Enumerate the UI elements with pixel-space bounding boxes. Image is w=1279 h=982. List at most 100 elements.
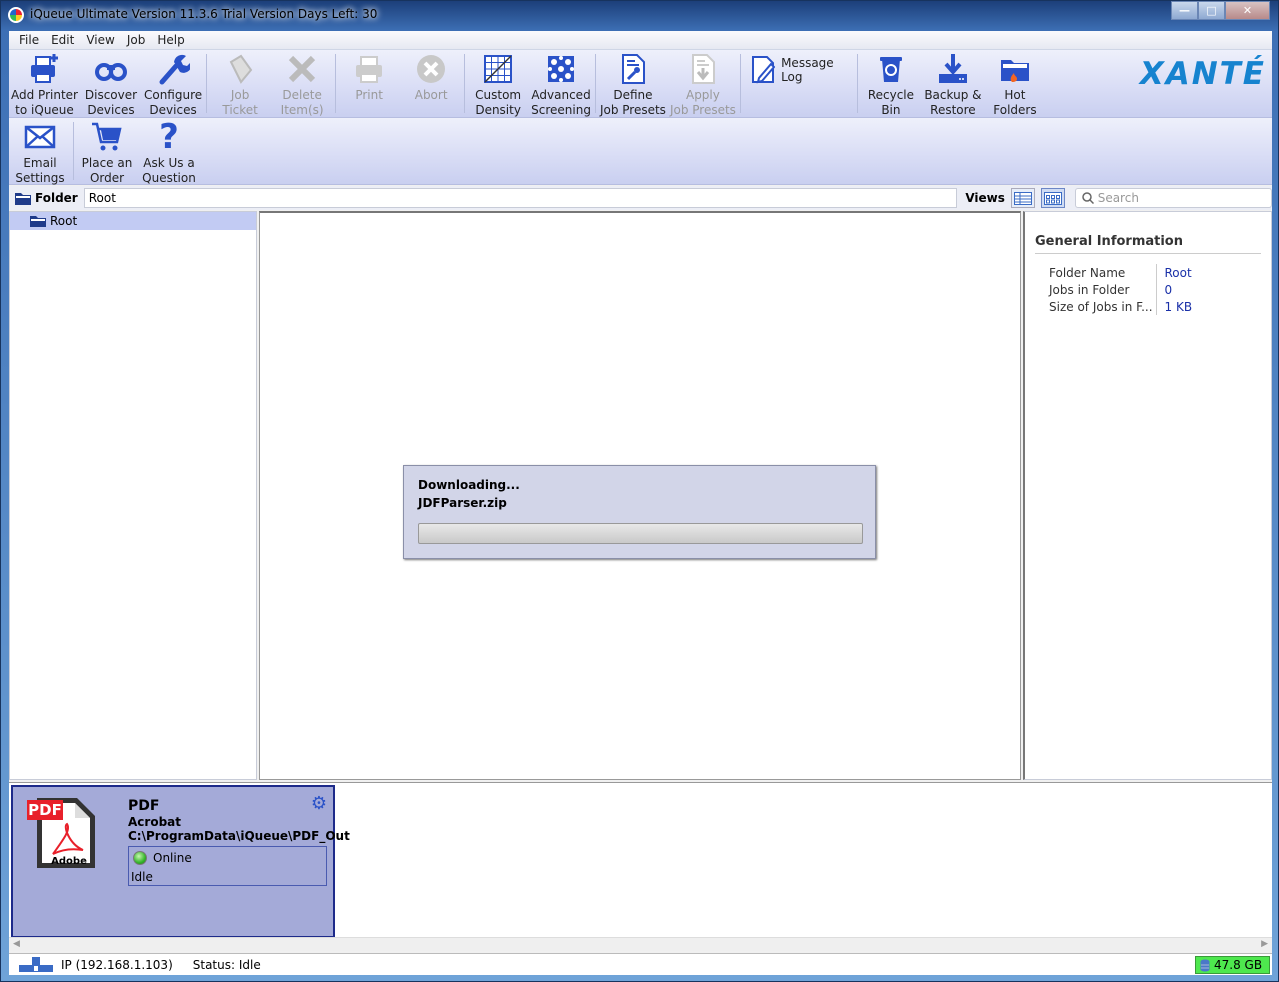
connection-status: Online [153, 851, 192, 865]
abort-button[interactable]: Abort [400, 50, 462, 103]
custom-density-button[interactable]: Custom Density [467, 50, 529, 118]
info-table: Folder Name Root Jobs in Folder 0 Size of … [1049, 264, 1192, 315]
maximize-button[interactable]: □ [1198, 1, 1225, 20]
scroll-left-icon[interactable]: ◀ [13, 939, 20, 949]
horizontal-scrollbar[interactable]: ◀ ▶ [9, 937, 1272, 951]
add-printer-button[interactable]: Add Printer to iQueue [9, 50, 80, 118]
status-bar: IP (192.168.1.103) Status: Idle 47.8 GB [9, 953, 1272, 975]
screening-dots-icon [544, 52, 578, 86]
envelope-icon [23, 120, 57, 154]
device-type: Acrobat [128, 815, 181, 829]
advanced-screening-button[interactable]: Advanced Screening [529, 50, 593, 118]
menu-edit[interactable]: Edit [45, 31, 80, 49]
density-grid-icon [481, 52, 515, 86]
title-bar: iQueue Ultimate Version 11.3.6 Trial Ver… [1, 1, 1278, 31]
ticket-icon [223, 52, 257, 86]
thumbnail-view-button[interactable] [1040, 188, 1065, 208]
download-filename: JDFParser.zip [418, 496, 507, 510]
hot-folders-button[interactable]: Hot Folders [984, 50, 1046, 118]
menu-bar: File Edit View Job Help [9, 31, 1272, 50]
network-icon [19, 956, 53, 972]
document-wrench-icon [616, 52, 650, 86]
info-row: Jobs in Folder 0 [1049, 281, 1173, 298]
svg-text:Adobe: Adobe [51, 856, 87, 867]
download-drive-icon [936, 52, 970, 86]
pdf-device-icon: PDF Adobe [27, 798, 95, 868]
toolbar-separator [206, 54, 208, 113]
wrench-icon [156, 52, 191, 86]
print-button[interactable]: Print [338, 50, 400, 103]
disk-space-indicator: 47.8 GB [1195, 956, 1270, 974]
folder-tree: Root [9, 211, 257, 780]
toolbar-row-1: Add Printer to iQueue Discover Devices Con… [9, 50, 1272, 118]
device-panel: PDF Adobe PDF Acrobat C:\ProgramData\iQu… [9, 782, 1272, 938]
message-log-button[interactable]: Message Log [743, 50, 855, 88]
device-status-box: Online Idle [128, 846, 327, 886]
ask-question-button[interactable]: ? Ask Us a Question [138, 118, 200, 186]
abort-icon [414, 52, 448, 86]
recycle-bin-button[interactable]: Recycle Bin [860, 50, 922, 118]
backup-restore-button[interactable]: Backup & Restore [922, 50, 984, 118]
search-input[interactable]: Search [1074, 188, 1272, 208]
database-icon [1200, 959, 1210, 971]
question-icon: ? [159, 117, 179, 157]
list-view-icon [1013, 191, 1032, 205]
device-state: Idle [131, 870, 153, 884]
online-led-icon [133, 851, 147, 865]
email-settings-button[interactable]: Email Settings [9, 118, 71, 186]
define-job-presets-button[interactable]: Define Job Presets [598, 50, 668, 118]
folder-label: Folder [15, 191, 78, 205]
binoculars-icon [94, 52, 128, 86]
download-progress-bar [418, 523, 863, 544]
scroll-right-icon[interactable]: ▶ [1261, 939, 1268, 949]
app-window: iQueue Ultimate Version 11.3.6 Trial Ver… [0, 0, 1279, 982]
info-row: Size of Jobs in F... 1 KB [1049, 298, 1193, 315]
folder-bar: Folder Root Views Search [9, 186, 1272, 210]
status-text: Status: Idle [192, 957, 261, 972]
printer-icon [352, 52, 386, 86]
cart-icon [90, 120, 124, 154]
info-title: General Information [1035, 234, 1261, 254]
window-title: iQueue Ultimate Version 11.3.6 Trial Ver… [30, 7, 378, 21]
job-ticket-button[interactable]: Job Ticket [209, 50, 271, 118]
menu-help[interactable]: Help [151, 31, 190, 49]
printer-add-icon [27, 52, 61, 86]
minimize-button[interactable]: — [1171, 1, 1198, 20]
download-status: Downloading... [418, 478, 520, 492]
document-pencil-icon [751, 56, 776, 84]
delete-items-button[interactable]: Delete Item(s) [271, 50, 333, 118]
toolbar-separator [335, 54, 337, 113]
device-path: C:\ProgramData\iQueue\PDF_Out [128, 829, 350, 843]
toolbar-separator [856, 54, 858, 113]
toolbar-separator [739, 54, 741, 113]
close-button[interactable]: ✕ [1225, 1, 1270, 20]
delete-x-icon [285, 52, 319, 86]
views-label: Views [965, 191, 1005, 205]
gear-icon[interactable]: ⚙ [311, 793, 327, 814]
folder-icon [30, 216, 46, 227]
info-row: Folder Name Root [1049, 264, 1192, 281]
svg-text:PDF: PDF [28, 801, 62, 819]
device-card[interactable]: PDF Adobe PDF Acrobat C:\ProgramData\iQu… [11, 785, 350, 938]
place-order-button[interactable]: Place an Order [76, 118, 138, 186]
apply-job-presets-button[interactable]: Apply Job Presets [668, 50, 738, 118]
folder-path-field[interactable]: Root [83, 188, 958, 208]
tree-item-root[interactable]: Root [10, 212, 256, 230]
download-dialog: Downloading... JDFParser.zip [403, 465, 876, 559]
list-view-button[interactable] [1010, 188, 1035, 208]
xante-logo: XANTÉ [1139, 56, 1266, 92]
hot-folder-icon [998, 52, 1032, 86]
recycle-bin-icon [874, 52, 908, 86]
menu-job[interactable]: Job [121, 31, 152, 49]
menu-view[interactable]: View [80, 31, 120, 49]
configure-devices-button[interactable]: Configure Devices [142, 50, 204, 118]
toolbar-row-2: Email Settings Place an Order ? Ask Us a Qu… [9, 118, 1272, 185]
ip-address: IP (192.168.1.103) [61, 957, 173, 972]
discover-devices-button[interactable]: Discover Devices [80, 50, 142, 118]
search-icon [1081, 192, 1094, 204]
menu-file[interactable]: File [13, 31, 45, 49]
general-info-panel: General Information Folder Name Root Jobs… [1023, 211, 1272, 780]
toolbar-separator [73, 122, 74, 180]
toolbar-separator [464, 54, 466, 113]
client-area: File Edit View Job Help Add Printer to iQ… [9, 31, 1272, 975]
